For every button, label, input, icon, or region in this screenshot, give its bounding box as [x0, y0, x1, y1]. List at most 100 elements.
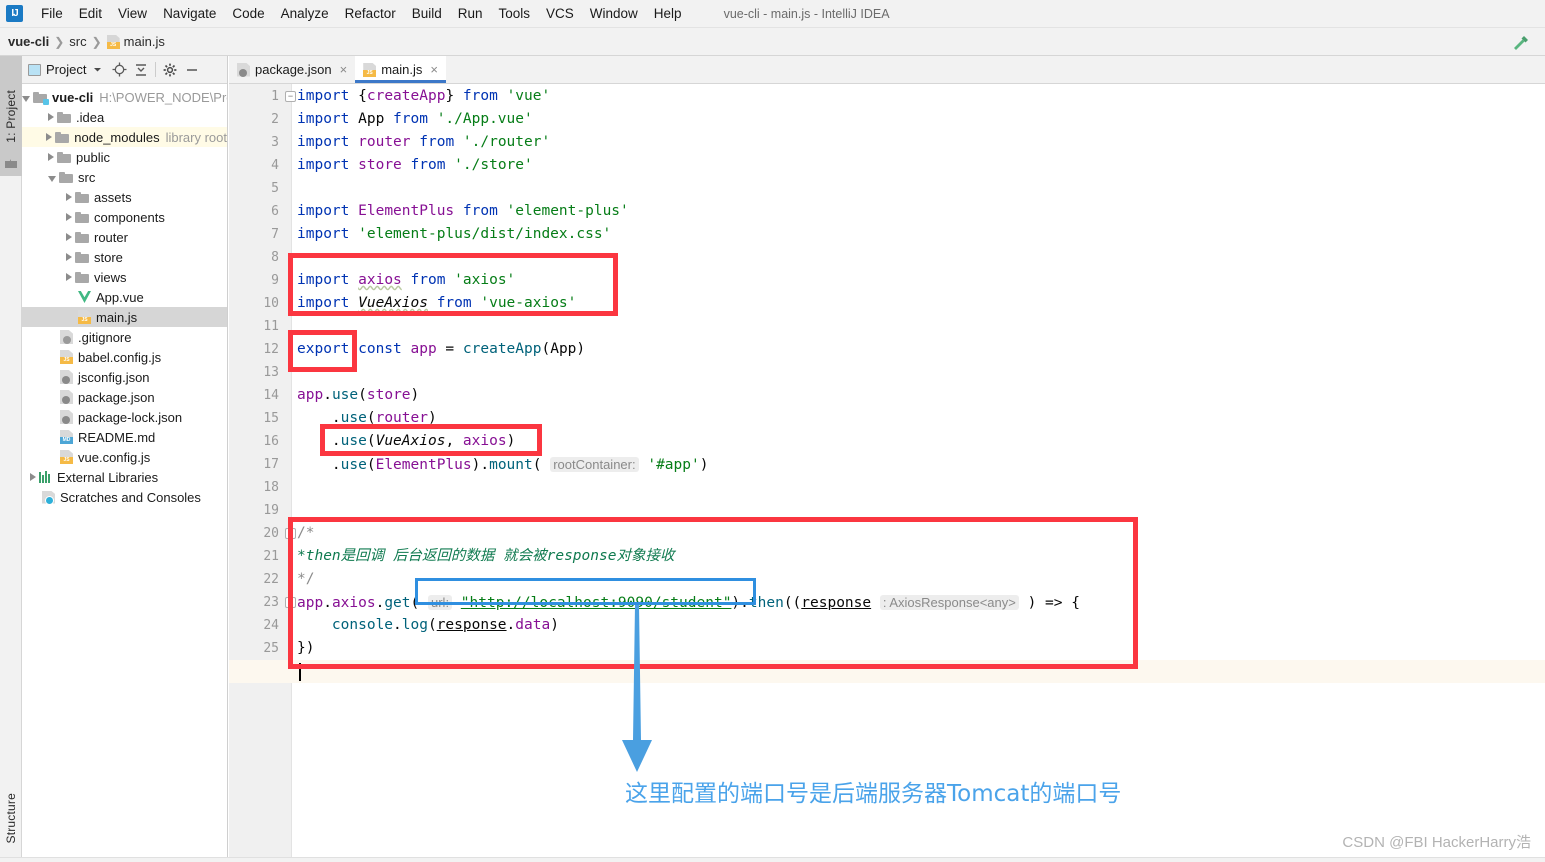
chevron-right-icon[interactable] [46, 133, 53, 141]
tree-node-scratches-and-consoles[interactable]: Scratches and Consoles [22, 487, 227, 507]
close-icon[interactable]: × [430, 62, 438, 77]
menu-run[interactable]: Run [450, 4, 491, 23]
chevron-down-icon[interactable] [48, 175, 56, 182]
menu-code[interactable]: Code [224, 4, 272, 23]
chevron-right-icon[interactable] [66, 213, 72, 221]
fold-toggle-icon[interactable]: − [285, 91, 296, 102]
code-line[interactable]: −/* [285, 522, 314, 545]
line-number: 15 [263, 411, 279, 426]
tree-node-package-json[interactable]: package.json [22, 387, 227, 407]
tree-node-node-modules[interactable]: node_modules library root [22, 127, 227, 147]
tree-node-jsconfig-json[interactable]: jsconfig.json [22, 367, 227, 387]
tool-window-button-structure[interactable]: Structure [0, 776, 22, 860]
code-line[interactable]: − import {createApp} from 'vue' [285, 85, 550, 108]
code-line[interactable]: import App from './App.vue' [297, 108, 533, 131]
menu-refactor[interactable]: Refactor [337, 4, 404, 23]
tool-window-button-project[interactable]: 1: Project [0, 56, 22, 176]
breadcrumb-project[interactable]: vue-cli [8, 34, 49, 49]
tree-node--idea[interactable]: .idea [22, 107, 227, 127]
tree-node-views[interactable]: views [22, 267, 227, 287]
tree-node-main-js[interactable]: JS main.js [22, 307, 227, 327]
intellij-logo-icon: IJ [6, 5, 23, 22]
tree-node-readme-md[interactable]: MD README.md [22, 427, 227, 447]
fold-toggle-icon[interactable]: − [285, 597, 296, 608]
fold-guide-line [290, 637, 291, 660]
code-line[interactable]: .use(ElementPlus).mount( rootContainer: … [297, 453, 708, 476]
code-line[interactable]: */ [290, 568, 314, 591]
project-select-icon[interactable] [28, 63, 41, 76]
menu-build[interactable]: Build [404, 4, 450, 23]
settings-gear-icon[interactable] [159, 59, 181, 81]
chevron-right-icon[interactable] [48, 113, 54, 121]
chevron-right-icon[interactable] [30, 473, 36, 481]
chevron-right-icon[interactable] [48, 153, 54, 161]
breadcrumb-separator-2: ❯ [91, 34, 102, 49]
fold-toggle-icon[interactable]: − [285, 528, 296, 539]
menu-help[interactable]: Help [646, 4, 690, 23]
chevron-right-icon[interactable] [66, 233, 72, 241]
tab-label: main.js [381, 62, 423, 77]
menu-file[interactable]: File [33, 4, 71, 23]
project-tree[interactable]: vue-cli H:\POWER_NODE\Pro .idea node_module… [22, 84, 227, 862]
code-line[interactable]: import VueAxios from 'vue-axios' [290, 292, 576, 315]
tree-node-label: store [94, 249, 123, 265]
locate-icon[interactable] [108, 59, 130, 81]
chevron-down-icon[interactable] [86, 59, 108, 81]
code-line[interactable]: import axios from 'axios' [297, 269, 515, 292]
code-line[interactable]: − app.axios.get( url: "http://localhost:9… [285, 591, 1080, 614]
tree-node-router[interactable]: router [22, 227, 227, 247]
menu-tools[interactable]: Tools [491, 4, 539, 23]
code-line[interactable]: import router from './router' [297, 131, 550, 154]
breadcrumb-file-mainjs[interactable]: main.js [124, 34, 165, 49]
menu-vcs[interactable]: VCS [538, 4, 582, 23]
code-line[interactable]: import 'element-plus/dist/index.css' [297, 223, 611, 246]
chevron-right-icon[interactable] [66, 253, 72, 261]
menu-analyze[interactable]: Analyze [273, 4, 337, 23]
tree-node-app-vue[interactable]: App.vue [22, 287, 227, 307]
js-file-icon: JS [60, 350, 73, 364]
tree-node-store[interactable]: store [22, 247, 227, 267]
line-number: 1 [271, 89, 279, 104]
code-line[interactable]: app.use(store) [297, 384, 419, 407]
tree-node-package-lock-json[interactable]: package-lock.json [22, 407, 227, 427]
folder-icon [57, 111, 71, 123]
chevron-right-icon[interactable] [66, 193, 72, 201]
collapse-all-icon[interactable] [130, 59, 152, 81]
hammer-icon[interactable] [1511, 33, 1531, 53]
code-line[interactable]: console.log(response.data) [297, 614, 559, 637]
chevron-down-icon[interactable] [22, 95, 30, 102]
tab-package-json[interactable]: package.json × [229, 56, 356, 83]
tab-main-js[interactable]: JS main.js × [355, 56, 446, 83]
menu-window[interactable]: Window [582, 4, 646, 23]
hide-panel-icon[interactable] [181, 59, 203, 81]
tree-node-src[interactable]: src [22, 167, 227, 187]
tree-node-assets[interactable]: assets [22, 187, 227, 207]
breadcrumb-folder-src[interactable]: src [69, 34, 86, 49]
code-line[interactable]: }) [290, 637, 314, 660]
tree-node-components[interactable]: components [22, 207, 227, 227]
code-text[interactable]: − import {createApp} from 'vue' import App… [285, 84, 1545, 862]
tree-node-vue-config-js[interactable]: JS vue.config.js [22, 447, 227, 467]
chevron-right-icon[interactable] [66, 273, 72, 281]
tree-node-public[interactable]: public [22, 147, 227, 167]
code-line[interactable]: .use(router) [297, 407, 437, 430]
close-icon[interactable]: × [340, 62, 348, 77]
tree-node-vue-cli[interactable]: vue-cli H:\POWER_NODE\Pro [22, 87, 227, 107]
menu-view[interactable]: View [110, 4, 155, 23]
tree-node-secondary: library root [165, 129, 227, 145]
tree-node-external-libraries[interactable]: External Libraries [22, 467, 227, 487]
code-line[interactable]: export const app = createApp(App) [297, 338, 585, 361]
code-line[interactable]: *then是回调 后台返回的数据 就会被response对象接收 [297, 545, 674, 568]
js-file-icon: JS [363, 62, 377, 77]
tree-node--gitignore[interactable]: .gitignore [22, 327, 227, 347]
code-line[interactable]: import ElementPlus from 'element-plus' [297, 200, 629, 223]
menu-edit[interactable]: Edit [71, 4, 110, 23]
tree-node-babel-config-js[interactable]: JS babel.config.js [22, 347, 227, 367]
menu-navigate[interactable]: Navigate [155, 4, 224, 23]
code-line[interactable]: import store from './store' [297, 154, 533, 177]
folder-icon [5, 159, 17, 168]
line-number: 19 [263, 503, 279, 518]
code-editor[interactable]: 1 2 3 4 5 6 7 8 9 10 11 12 13 14 15 16 17 18 19 20 21 22 23 24 2… [229, 84, 1545, 862]
code-line[interactable]: .use(VueAxios, axios) [297, 430, 515, 453]
folder-icon [75, 231, 89, 243]
